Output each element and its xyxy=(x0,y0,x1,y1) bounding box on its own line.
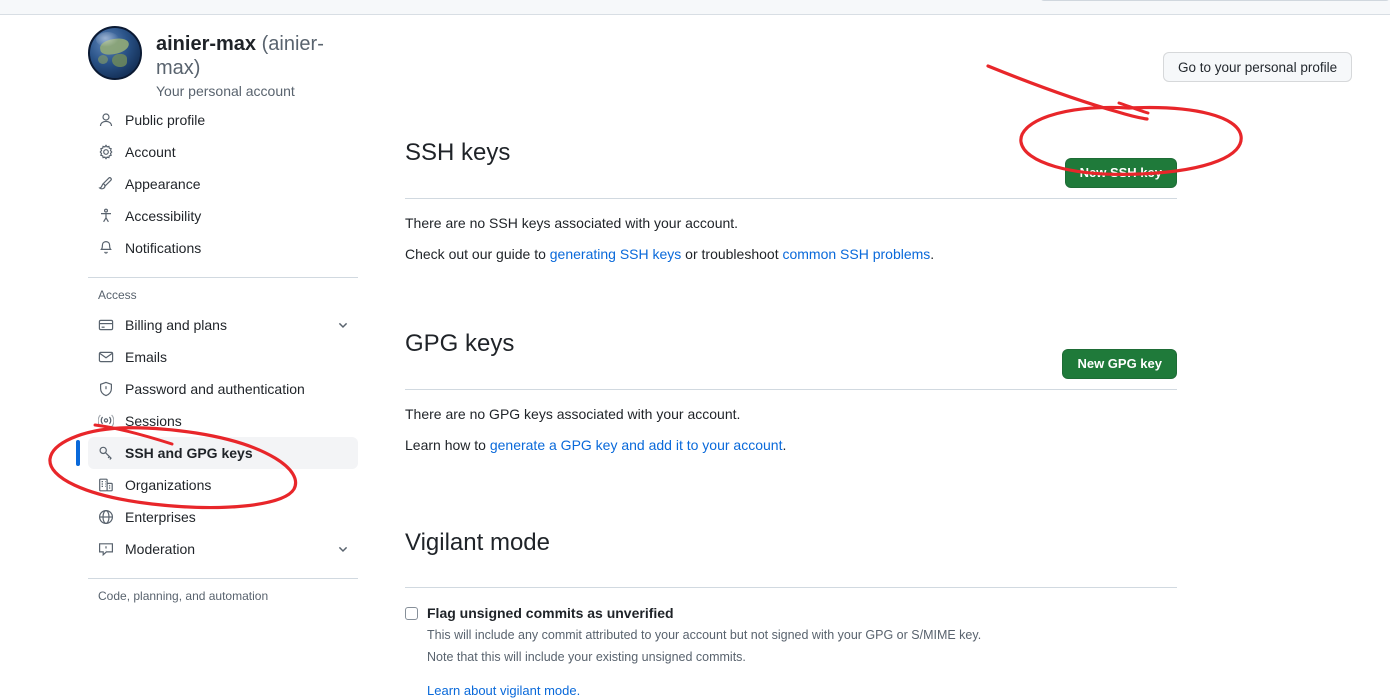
vigilant-learn-link-wrap: Learn about vigilant mode. xyxy=(427,683,981,698)
mail-icon xyxy=(98,349,114,365)
generating-ssh-keys-link[interactable]: generating SSH keys xyxy=(550,246,682,262)
sidebar-item-moderation[interactable]: Moderation xyxy=(88,533,358,565)
address-bar[interactable] xyxy=(1040,0,1390,1)
sidebar-item-accessibility[interactable]: Accessibility xyxy=(88,200,358,232)
new-gpg-key-button[interactable]: New GPG key xyxy=(1062,348,1177,379)
sidebar-item-label: Notifications xyxy=(125,240,202,256)
go-to-personal-profile-button[interactable]: Go to your personal profile xyxy=(1163,52,1353,82)
sidebar-nav: Public profile Account Appearance Access… xyxy=(76,104,358,603)
sidebar-item-label: Moderation xyxy=(125,541,196,557)
profile-subtitle: Your personal account xyxy=(156,83,295,99)
sidebar-item-appearance[interactable]: Appearance xyxy=(88,168,358,200)
flag-unsigned-commits-label: Flag unsigned commits as unverified xyxy=(427,605,674,622)
chevron-down-icon[interactable] xyxy=(336,542,350,556)
sidebar-item-label: Sessions xyxy=(125,413,182,429)
common-ssh-problems-link[interactable]: common SSH problems xyxy=(782,246,930,262)
accessibility-icon xyxy=(98,208,114,224)
gpg-keys-body: There are no GPG keys associated with yo… xyxy=(405,390,1177,456)
chevron-down-icon[interactable] xyxy=(336,318,350,332)
ssh-keys-section: SSH keys New SSH key There are no SSH ke… xyxy=(405,26,1177,265)
sidebar-item-sessions[interactable]: Sessions xyxy=(88,405,358,437)
sidebar-item-label: Password and authentication xyxy=(125,381,305,397)
sidebar-item-account[interactable]: Account xyxy=(88,136,358,168)
sidebar-item-label: Enterprises xyxy=(125,509,196,525)
gpg-learn-prefix: Learn how to xyxy=(405,436,490,453)
sidebar-item-label: Emails xyxy=(125,349,168,365)
settings-main-content: SSH keys New SSH key There are no SSH ke… xyxy=(405,26,1177,698)
sidebar-item-organizations[interactable]: Organizations xyxy=(88,469,358,501)
account-profile-header: ainier-max (ainier-max) Your personal ac… xyxy=(88,26,358,99)
sidebar-item-label: SSH and GPG keys xyxy=(125,445,253,461)
profile-login: ainier-max xyxy=(156,33,257,55)
sidebar-group-primary: Public profile Account Appearance Access… xyxy=(88,104,358,264)
generate-gpg-key-link[interactable]: generate a GPG key and add it to your ac… xyxy=(490,437,783,453)
credit-card-icon xyxy=(98,317,114,333)
vigilant-mode-section: Vigilant mode Flag unsigned commits as u… xyxy=(405,508,1177,698)
ssh-guide-suffix: . xyxy=(930,245,935,262)
ssh-keys-guide-text: Check out our guide to generating SSH ke… xyxy=(405,244,1177,265)
new-ssh-key-button[interactable]: New SSH key xyxy=(1064,157,1177,188)
settings-page: ainier-max (ainier-max) Your personal ac… xyxy=(0,16,1390,698)
gpg-keys-header: GPG keys New GPG key xyxy=(405,309,1177,390)
sidebar-item-enterprises[interactable]: Enterprises xyxy=(88,501,358,533)
ssh-keys-title: SSH keys xyxy=(405,138,511,166)
sidebar-item-emails[interactable]: Emails xyxy=(88,341,358,373)
paintbrush-icon xyxy=(98,176,114,192)
sidebar-item-label: Accessibility xyxy=(125,208,202,224)
sidebar-item-password-and-authentication[interactable]: Password and authentication xyxy=(88,373,358,405)
gpg-learn-suffix: . xyxy=(782,436,787,453)
vigilant-note-line-1: This will include any commit attributed … xyxy=(427,628,982,643)
browser-top-strip xyxy=(0,0,1390,15)
sidebar-divider-1 xyxy=(88,277,358,278)
ssh-guide-middle: or troubleshoot xyxy=(681,245,783,262)
person-icon xyxy=(98,112,114,128)
gpg-keys-section: GPG keys New GPG key There are no GPG ke… xyxy=(405,309,1177,456)
sidebar-item-label: Account xyxy=(125,144,176,160)
flag-unsigned-commits-checkbox[interactable] xyxy=(405,607,418,621)
shield-icon xyxy=(98,381,114,397)
sidebar-heading-access: Access xyxy=(98,288,137,302)
sidebar-item-public-profile[interactable]: Public profile xyxy=(88,104,358,136)
ssh-keys-body: There are no SSH keys associated with yo… xyxy=(405,199,1177,265)
vigilant-mode-header: Vigilant mode xyxy=(405,508,1177,589)
bell-icon xyxy=(98,240,114,256)
gpg-keys-empty-text: There are no GPG keys associated with yo… xyxy=(405,405,741,422)
gpg-keys-title: GPG keys xyxy=(405,329,515,357)
report-icon xyxy=(98,541,114,557)
organization-icon xyxy=(98,477,114,493)
sidebar-item-ssh-and-gpg-keys[interactable]: SSH and GPG keys xyxy=(76,437,358,469)
globe-avatar[interactable] xyxy=(88,26,142,80)
broadcast-icon xyxy=(98,413,114,429)
sidebar-divider-2 xyxy=(88,578,358,579)
ssh-keys-header: SSH keys New SSH key xyxy=(405,118,1177,199)
vigilant-mode-title: Vigilant mode xyxy=(405,528,550,556)
gear-icon xyxy=(98,144,114,160)
sidebar-item-label: Billing and plans xyxy=(125,317,227,333)
go-to-profile-wrap: Go to your personal profile xyxy=(1163,52,1353,82)
sidebar-item-billing-and-plans[interactable]: Billing and plans xyxy=(88,309,358,341)
sidebar-group-access: Billing and plans Emails Password and au… xyxy=(76,309,358,565)
profile-name: ainier-max (ainier-max) xyxy=(156,32,358,80)
sidebar-item-notifications[interactable]: Notifications xyxy=(88,232,358,264)
vigilant-note-line-2: Note that this will include your existin… xyxy=(427,650,746,665)
gpg-keys-learn-text: Learn how to generate a GPG key and add … xyxy=(405,435,1177,456)
vigilant-mode-checkbox-row: Flag unsigned commits as unverified This… xyxy=(405,588,1177,698)
key-icon xyxy=(98,445,114,461)
globe-icon xyxy=(98,509,114,525)
ssh-keys-empty-text: There are no SSH keys associated with yo… xyxy=(405,214,739,231)
learn-about-vigilant-mode-link[interactable]: Learn about vigilant mode. xyxy=(427,683,580,698)
sidebar-heading-code-planning-automation: Code, planning, and automation xyxy=(98,589,269,603)
sidebar-item-label: Public profile xyxy=(125,112,206,128)
sidebar-item-label: Organizations xyxy=(125,477,212,493)
ssh-guide-prefix: Check out our guide to xyxy=(405,245,550,262)
settings-sidebar: ainier-max (ainier-max) Your personal ac… xyxy=(76,26,358,610)
sidebar-item-label: Appearance xyxy=(125,176,201,192)
